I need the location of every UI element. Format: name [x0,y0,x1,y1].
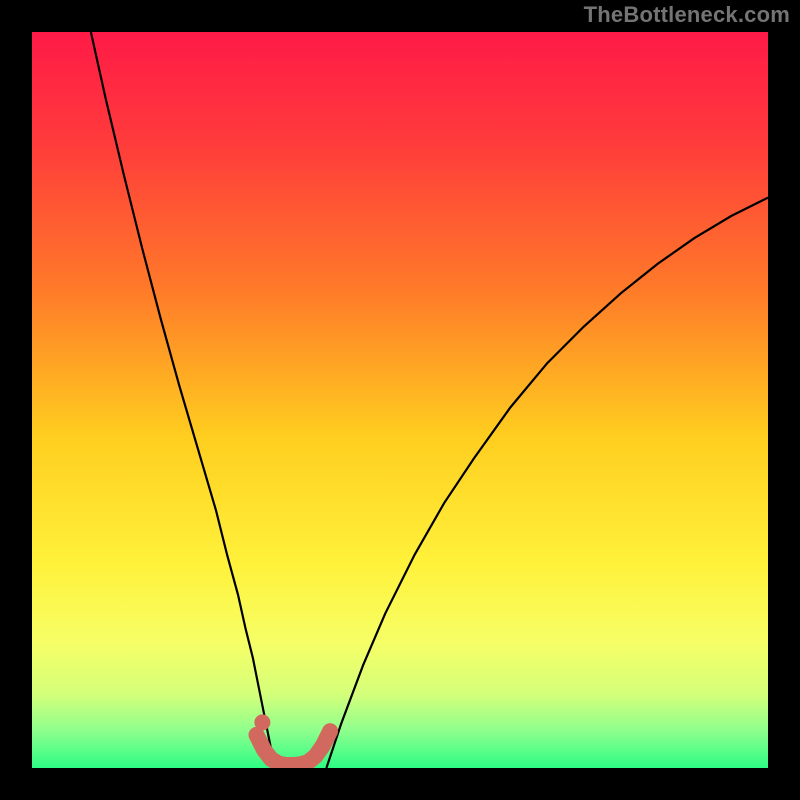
valley-dot [254,714,270,730]
chart-stage: TheBottleneck.com [0,0,800,800]
attribution-text: TheBottleneck.com [584,2,790,28]
gradient-background [32,32,768,768]
bottleneck-plot [32,32,768,768]
